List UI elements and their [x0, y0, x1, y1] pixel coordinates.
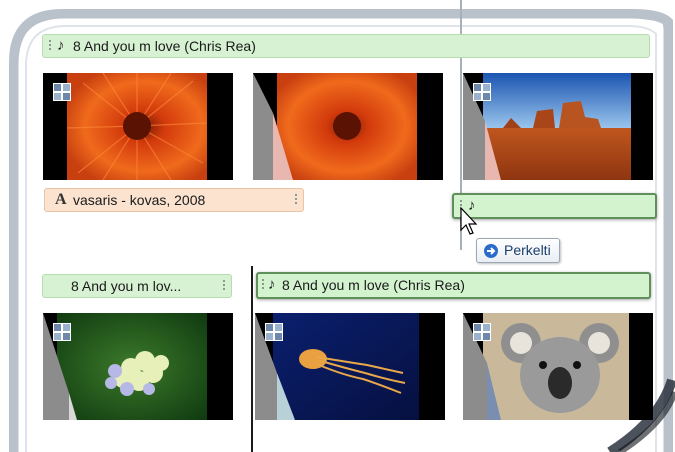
transition-icon[interactable] [53, 323, 71, 341]
music-caption-row2-left[interactable]: 8 And you m lov... [42, 274, 232, 298]
clip-thumbnail-jellyfish[interactable] [255, 313, 445, 420]
clip-thumbnail-koala[interactable] [463, 313, 653, 420]
title-caption-label: vasaris - kovas, 2008 [73, 192, 206, 208]
transition-icon[interactable] [53, 83, 71, 101]
caption-grip[interactable] [262, 279, 264, 291]
clip-thumbnail-chrysanthemum-2[interactable] [253, 73, 443, 180]
clip-thumbnail-chrysanthemum-1[interactable] [43, 73, 233, 180]
jellyfish-image [255, 313, 445, 420]
music-caption-label: 8 And you m love (Chris Rea) [282, 277, 465, 293]
clip-thumbnail-desert[interactable] [463, 73, 653, 180]
music-caption-row1[interactable]: ♪ 8 And you m love (Chris Rea) [42, 34, 650, 58]
hydrangea-image [43, 313, 233, 420]
title-caption[interactable]: A vasaris - kovas, 2008 [44, 188, 304, 212]
music-caption-row2-right[interactable]: ♪ 8 And you m love (Chris Rea) [256, 272, 651, 299]
mouse-pointer-icon [460, 207, 478, 235]
music-caption-label: 8 And you m lov... [71, 278, 182, 294]
transition-icon[interactable] [473, 323, 491, 341]
koala-image [463, 313, 653, 420]
dragged-music-caption[interactable]: ♪ [452, 193, 657, 219]
chrysanthemum-image [43, 73, 233, 180]
insertion-line [251, 266, 253, 452]
transition-icon[interactable] [265, 323, 283, 341]
caption-grip[interactable] [295, 194, 297, 206]
chrysanthemum-transition-image [253, 73, 443, 180]
clip-thumbnail-hydrangea[interactable] [43, 313, 233, 420]
move-tooltip: Perkelti [476, 238, 560, 263]
music-note-icon: ♪ [268, 276, 276, 293]
caption-grip[interactable] [49, 40, 51, 52]
text-a-icon: A [55, 191, 67, 208]
music-note-icon: ♪ [57, 37, 65, 54]
transition-icon[interactable] [473, 83, 491, 101]
caption-grip[interactable] [223, 280, 225, 292]
desert-image [463, 73, 653, 180]
arrow-right-icon [484, 243, 498, 258]
music-caption-label: 8 And you m love (Chris Rea) [73, 38, 256, 54]
tooltip-label: Perkelti [504, 242, 551, 258]
